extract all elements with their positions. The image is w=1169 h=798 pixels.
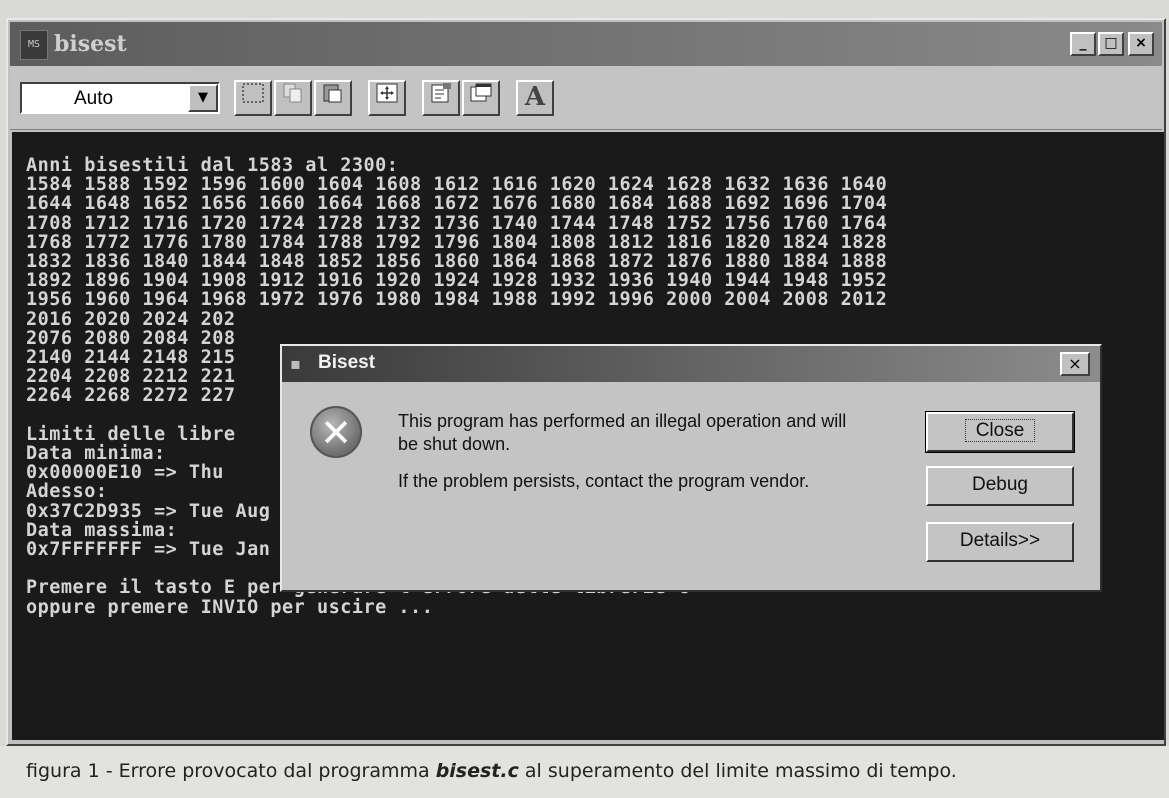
dialog-title: Bisest	[318, 352, 376, 373]
details-button[interactable]: Details>>	[926, 522, 1074, 562]
fullscreen-icon	[376, 83, 398, 103]
app-icon: MS	[20, 30, 48, 60]
dialog-title-bar[interactable]: ▪ Bisest ×	[282, 346, 1100, 382]
close-button[interactable]: ×	[1128, 32, 1154, 56]
caption-prefix: figura 1 - Errore provocato dal programm…	[26, 760, 436, 782]
error-icon: ✕	[310, 406, 362, 458]
font-size-value: Auto	[74, 88, 114, 109]
dialog-app-icon: ▪	[290, 354, 301, 373]
caption-text: figura 1 - Errore provocato dal programm…	[26, 760, 957, 782]
minimize-button[interactable]: _	[1070, 32, 1096, 56]
caption-filename: bisest.c	[435, 760, 519, 782]
caption-suffix: al superamento del limite massimo di tem…	[518, 760, 957, 782]
chevron-down-icon[interactable]: ▼	[188, 84, 218, 112]
close-program-button[interactable]: Close	[925, 411, 1075, 453]
error-message: This program has performed an illegal op…	[398, 411, 847, 454]
toolbar: Auto ▼ A	[10, 66, 1162, 130]
background-icon	[470, 83, 492, 102]
close-button-label: Close	[964, 419, 1036, 442]
figure-caption: figura 1 - Errore provocato dal programm…	[0, 746, 1169, 798]
window-title: bisest	[54, 31, 127, 57]
error-advice: If the problem persists, contact the pro…	[398, 471, 810, 491]
properties-button[interactable]	[422, 80, 460, 116]
error-dialog: ▪ Bisest × ✕ This program has performed …	[280, 344, 1102, 592]
paste-button[interactable]	[314, 80, 352, 116]
paste-icon	[323, 84, 342, 103]
maximize-button[interactable]: □	[1098, 32, 1124, 56]
dialog-close-button[interactable]: ×	[1060, 352, 1090, 376]
fullscreen-button[interactable]	[368, 80, 406, 116]
title-bar[interactable]: MS bisest _ □ ×	[10, 22, 1162, 66]
debug-button[interactable]: Debug	[926, 466, 1074, 506]
properties-icon	[431, 83, 451, 103]
copy-button[interactable]	[274, 80, 312, 116]
background-button[interactable]	[462, 80, 500, 116]
font-icon[interactable]: A	[516, 80, 554, 116]
mark-button[interactable]	[234, 80, 272, 116]
copy-icon	[283, 83, 302, 103]
font-size-combo[interactable]: Auto ▼	[20, 82, 220, 114]
mark-icon	[242, 83, 264, 103]
